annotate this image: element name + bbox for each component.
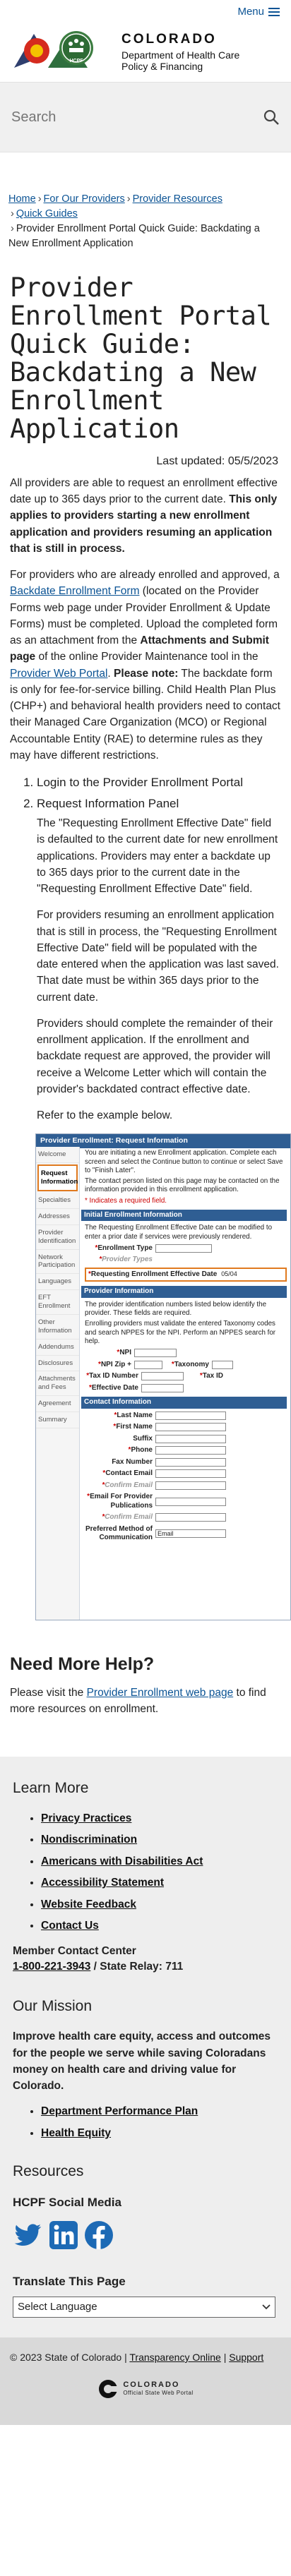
breadcrumb-quick-guides[interactable]: Quick Guides [16, 208, 78, 219]
social-icons [13, 2220, 278, 2251]
backdate-paragraph: For providers who are already enrolled a… [10, 569, 280, 762]
brand-state: COLORADO [121, 32, 217, 47]
mission-title: Our Mission [13, 1997, 93, 2014]
last-updated: Last updated: 05/5/2023 [156, 455, 278, 467]
menu-button[interactable]: Menu [237, 4, 280, 20]
footer-link-nondiscrimination[interactable]: Nondiscrimination [41, 1834, 137, 1846]
search-bar [0, 82, 291, 152]
brand-dept-line1: Department of Health Care [121, 49, 240, 61]
search-input[interactable] [11, 109, 223, 126]
mission-text: Improve health care equity, access and o… [13, 2030, 271, 2093]
step-item: Login to the Provider Enrollment Portal [37, 774, 281, 792]
intro-paragraph: All providers are able to request an enr… [10, 476, 278, 555]
language-select[interactable]: Select Language [13, 2296, 275, 2318]
menu-label: Menu [237, 6, 264, 18]
example-sidebar: Welcome Request Information Specialties … [36, 1147, 80, 1620]
footer-link-accessibility[interactable]: Accessibility Statement [41, 1877, 164, 1889]
need-help-section: Need More Help? Please visit the Provide… [0, 1620, 291, 1717]
transparency-link[interactable]: Transparency Online [129, 2352, 220, 2363]
bottom-bar: © 2023 State of Colorado | Transparency … [0, 2337, 291, 2426]
brand-dept-line2: Policy & Financing [121, 60, 203, 72]
hcpf-logo-icon: HCPF [14, 31, 93, 68]
footer-link-contact[interactable]: Contact Us [41, 1920, 99, 1932]
step-item: Request Information Panel [37, 795, 281, 813]
translate-title: Translate This Page [13, 2275, 126, 2289]
footer-link-privacy[interactable]: Privacy Practices [41, 1812, 131, 1824]
hamburger-icon [268, 8, 280, 16]
copyright: © 2023 State of Colorado [10, 2351, 122, 2363]
footer-link-ada[interactable]: Americans with Disabilities Act [41, 1855, 203, 1867]
breadcrumb-home[interactable]: Home [8, 193, 36, 205]
example-form: You are initiating a new Enrollment appl… [81, 1147, 290, 1620]
contact-phone-link[interactable]: 1-800-221-3943 [13, 1961, 90, 1973]
provider-web-portal-link[interactable]: Provider Web Portal [10, 668, 107, 680]
example-header: Provider Enrollment: Request Information [36, 1134, 290, 1148]
footer-link-feedback[interactable]: Website Feedback [41, 1898, 136, 1910]
mission-section: Our Mission Improve health care equity, … [13, 1996, 278, 2141]
search-icon[interactable] [263, 109, 280, 126]
linkedin-icon[interactable] [48, 2220, 79, 2251]
social-title: HCPF Social Media [13, 2195, 121, 2209]
learn-more-list: Privacy Practices Nondiscrimination Amer… [13, 1811, 278, 1934]
member-contact: Member Contact Center 1-800-221-3943 / S… [13, 1945, 184, 1973]
twitter-icon[interactable] [13, 2220, 44, 2251]
top-bar: Menu [0, 0, 291, 24]
breadcrumb-current: Provider Enrollment Portal Quick Guide: … [8, 223, 260, 250]
support-link[interactable]: Support [229, 2352, 263, 2363]
breadcrumb-provider-resources[interactable]: Provider Resources [133, 193, 222, 205]
page-title: Provider Enrollment Portal Quick Guide: … [10, 272, 272, 444]
site-brand[interactable]: HCPF COLORADO Department of Health Care … [0, 24, 291, 82]
steps-list: Login to the Provider Enrollment Portal … [10, 774, 281, 812]
footer-link-health-equity[interactable]: Health Equity [41, 2127, 111, 2139]
requesting-effective-date-highlight: * Requesting Enrollment Effective Date 05/… [85, 1267, 287, 1282]
provider-enrollment-link[interactable]: Provider Enrollment web page [87, 1687, 234, 1699]
need-help-title: Need More Help? [10, 1654, 155, 1675]
state-portal-logo[interactable]: COLORADO Official State Web Portal [10, 2364, 281, 2415]
breadcrumb-providers[interactable]: For Our Providers [44, 193, 125, 205]
example-screenshot: Provider Enrollment: Request Information… [35, 1133, 291, 1621]
facebook-icon[interactable] [83, 2220, 114, 2251]
main-content: All providers are able to request an enr… [0, 475, 291, 1124]
resources-title: Resources [13, 2163, 84, 2180]
footer: Learn More Privacy Practices Nondiscrimi… [0, 1757, 291, 2337]
breadcrumb: Home › For Our Providers › Provider Resource… [8, 193, 260, 250]
chevron-down-icon [262, 2304, 271, 2310]
footer-link-performance-plan[interactable]: Department Performance Plan [41, 2105, 198, 2117]
backdate-form-link[interactable]: Backdate Enrollment Form [10, 585, 140, 597]
step2-details: The "Requesting Enrollment Effective Dat… [37, 817, 279, 1122]
colorado-c-logo-icon [99, 2380, 119, 2399]
svg-text:HCPF: HCPF [69, 59, 83, 64]
learn-more-title: Learn More [13, 1780, 89, 1797]
